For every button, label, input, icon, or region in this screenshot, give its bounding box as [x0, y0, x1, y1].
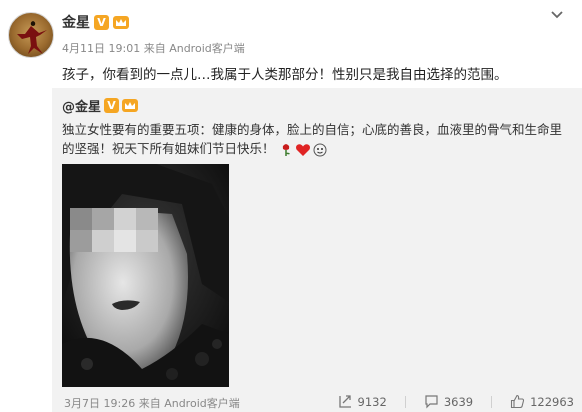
crown-icon[interactable] — [122, 98, 139, 113]
crown-icon[interactable] — [113, 15, 129, 30]
repost-meta: 3月7日 19:26 来自 Android客户端 — [64, 395, 240, 411]
repost-footer: 3月7日 19:26 来自 Android客户端 9132 3639 12296… — [52, 393, 582, 412]
comment-count: 3639 — [443, 394, 474, 409]
repost-via: 来自 — [138, 397, 161, 410]
chevron-down-icon[interactable] — [550, 8, 564, 22]
post-photo[interactable] — [62, 164, 229, 387]
repost-author-row: @金星 V — [62, 96, 139, 115]
author-avatar[interactable] — [8, 12, 54, 58]
repost-card[interactable]: @金星 V 独立女性要有的重要五项：健康的身体，脸上的自信；心底的善良，血液里的… — [52, 88, 582, 412]
post-meta: 4月11日 19:01 来自 Android客户端 — [62, 40, 245, 56]
dancer-figure-icon — [17, 21, 47, 54]
comment-icon — [425, 395, 438, 409]
weibo-post: 金星 V 4月11日 19:01 来自 Android客户端 孩子，你看到的一点… — [0, 0, 582, 412]
post-text: 孩子，你看到的一点儿…我属于人类那部分！性别只是我自由选择的范围。 — [62, 67, 508, 83]
pixelated-face-mosaic — [70, 208, 158, 252]
like-button[interactable]: 122963 — [510, 394, 574, 409]
repost-icon — [338, 395, 351, 408]
like-count: 122963 — [530, 394, 574, 409]
repost-source[interactable]: Android客户端 — [164, 397, 240, 410]
repost-button[interactable]: 9132 — [338, 394, 387, 409]
heart-emoji — [295, 143, 310, 156]
vip-v-icon[interactable]: V — [104, 98, 120, 113]
repost-time[interactable]: 3月7日 19:26 — [64, 397, 135, 410]
repost-author[interactable]: @金星 — [62, 96, 101, 115]
post-source[interactable]: Android客户端 — [169, 42, 245, 55]
repost-text: 独立女性要有的重要五项：健康的身体，脸上的自信；心底的善良，血液里的骨气和生命里… — [62, 120, 574, 158]
post-time[interactable]: 4月11日 19:01 — [62, 42, 140, 55]
comment-button[interactable]: 3639 — [424, 394, 473, 409]
post-via: 来自 — [143, 42, 166, 55]
divider — [404, 395, 406, 408]
action-bar: 9132 3639 122963 — [338, 394, 574, 409]
author-name[interactable]: 金星 — [62, 12, 90, 32]
thumbs-up-icon — [511, 394, 525, 409]
face-emoji — [313, 143, 326, 156]
repost-count: 9132 — [357, 394, 387, 409]
vip-v-icon[interactable]: V — [94, 14, 109, 30]
author-row: 金星 V — [62, 13, 129, 31]
rose-emoji — [282, 143, 290, 156]
emoji-group — [279, 143, 327, 157]
divider — [491, 395, 493, 408]
